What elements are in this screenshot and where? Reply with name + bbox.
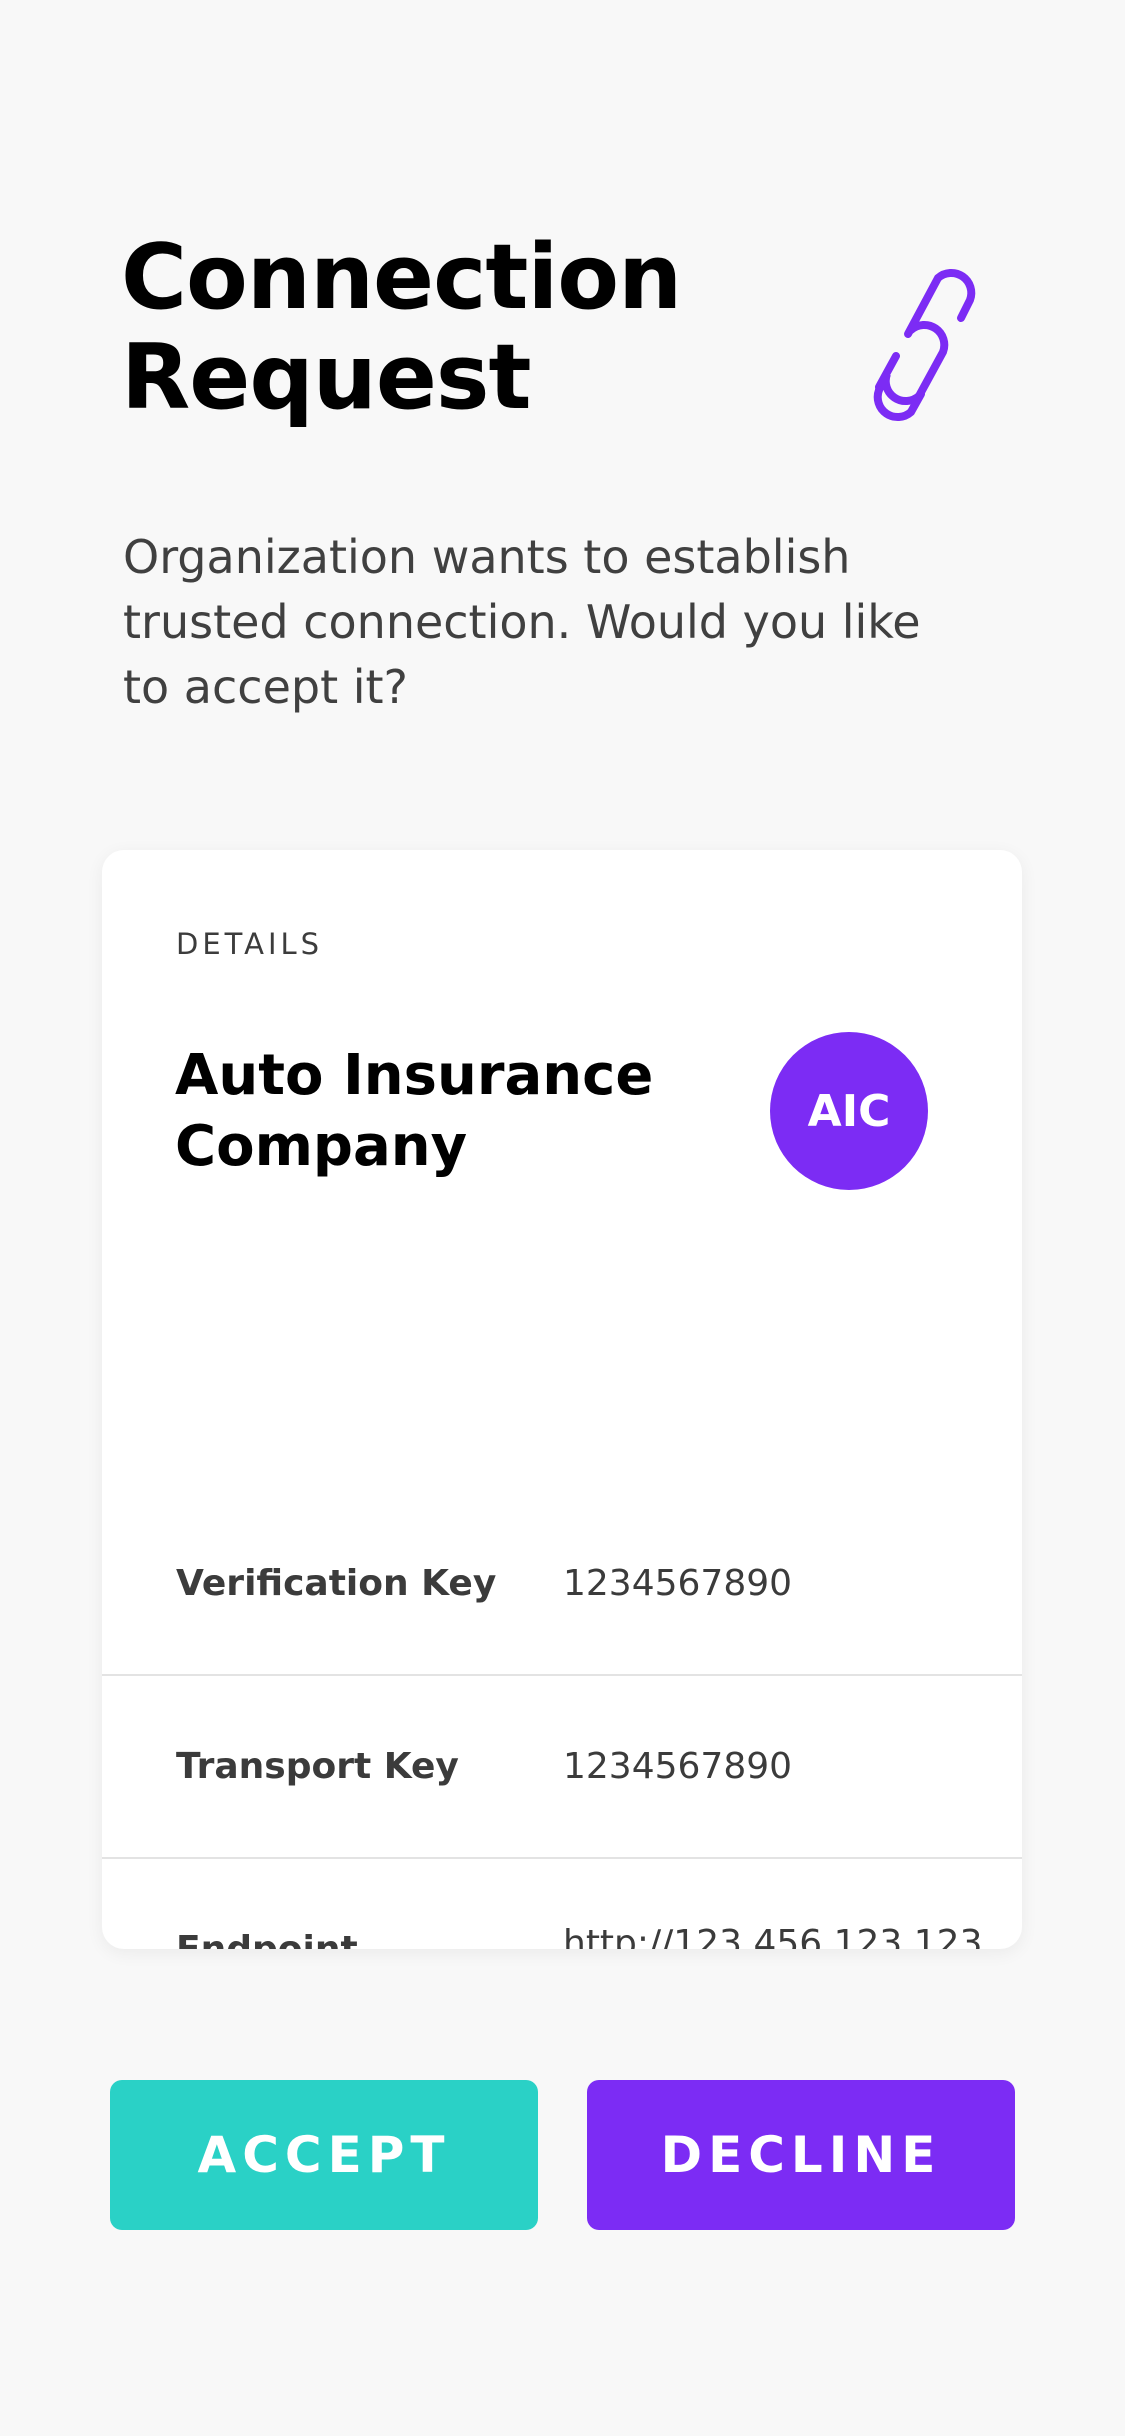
detail-row-label: Verification Key <box>176 1563 497 1604</box>
company-name-line1: Auto Insurance <box>175 1043 654 1108</box>
company-name-line2: Company <box>175 1114 468 1179</box>
company-name: Auto Insurance Company <box>175 1040 715 1182</box>
details-card: DETAILS Auto Insurance Company AIC Verifi… <box>102 850 1022 1949</box>
detail-row-label: Endpoint <box>176 1859 358 1949</box>
details-label: DETAILS <box>176 927 324 961</box>
accept-button[interactable]: ACCEPT <box>110 2080 538 2230</box>
link-icon <box>873 268 976 422</box>
detail-row-endpoint: Endpoint http://123.456.123.123 <box>102 1859 1022 1949</box>
page-title-line1: Connection <box>121 225 682 330</box>
detail-row-value: 1234567890 <box>563 1563 793 1604</box>
detail-row-verification-key: Verification Key 1234567890 <box>102 1493 1022 1676</box>
connection-description: Organization wants to establish trusted … <box>123 530 921 714</box>
decline-button[interactable]: DECLINE <box>587 2080 1015 2230</box>
detail-row-label: Transport Key <box>176 1746 459 1787</box>
detail-row-transport-key: Transport Key 1234567890 <box>102 1676 1022 1859</box>
page-title-line2: Request <box>121 325 531 430</box>
detail-row-value: 1234567890 <box>563 1746 793 1787</box>
detail-row-value: http://123.456.123.123 <box>563 1923 983 1949</box>
company-avatar: AIC <box>770 1032 928 1190</box>
page-title: Connection Request <box>121 228 741 428</box>
